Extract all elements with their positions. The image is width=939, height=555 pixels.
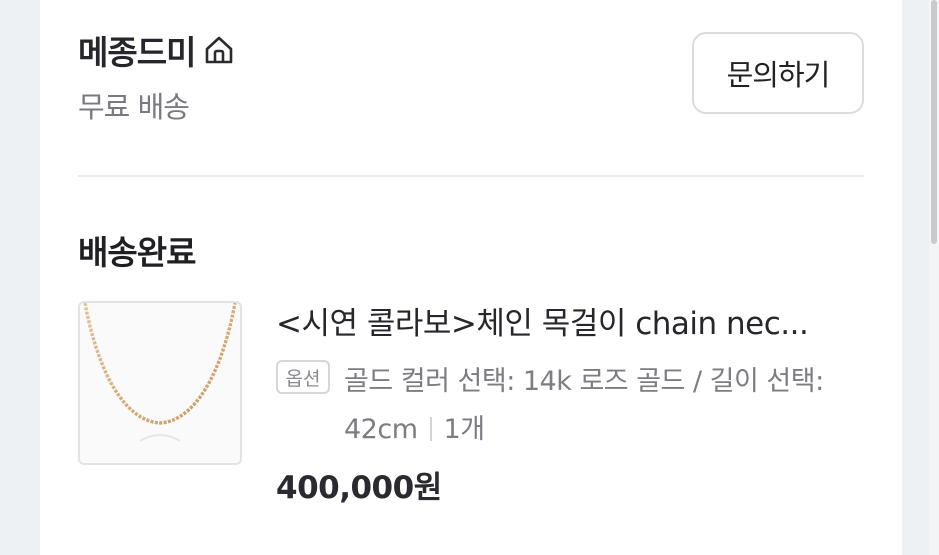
- store-name[interactable]: 메종드미: [78, 26, 196, 74]
- product-price: 400,000원: [276, 470, 442, 506]
- home-icon[interactable]: [203, 34, 235, 66]
- delivery-status: 배송완료: [78, 233, 196, 272]
- product-thumbnail[interactable]: [78, 301, 242, 465]
- option-badge: 옵션: [276, 360, 330, 394]
- divider: [78, 175, 864, 177]
- product-name[interactable]: <시연 콜라보>체인 목걸이 chain nec...: [276, 300, 856, 348]
- necklace-chain: [83, 303, 237, 425]
- option-separator: [429, 417, 432, 441]
- scrollbar-thumb[interactable]: [931, 0, 937, 244]
- order-card: 메종드미 무료 배송 문의하기 배송완료 <시연 콜라보>체인 목걸이 chai…: [40, 0, 902, 555]
- option-details: 골드 컬러 선택: 14k 로즈 골드 / 길이 선택: 42cm 1개: [344, 358, 844, 454]
- product-info: <시연 콜라보>체인 목걸이 chain nec... 옵션 골드 컬러 선택:…: [276, 300, 866, 507]
- quantity: 1개: [443, 414, 486, 445]
- product-option-row: 옵션 골드 컬러 선택: 14k 로즈 골드 / 길이 선택: 42cm 1개: [276, 358, 866, 454]
- inquiry-button[interactable]: 문의하기: [692, 32, 864, 114]
- shipping-label: 무료 배송: [78, 90, 190, 124]
- store-header: 메종드미 무료 배송 문의하기: [78, 26, 864, 126]
- option-text: 골드 컬러 선택: 14k 로즈 골드 / 길이 선택: 42cm: [344, 366, 824, 445]
- scrollbar[interactable]: [929, 0, 939, 555]
- store-link[interactable]: 메종드미: [78, 26, 235, 74]
